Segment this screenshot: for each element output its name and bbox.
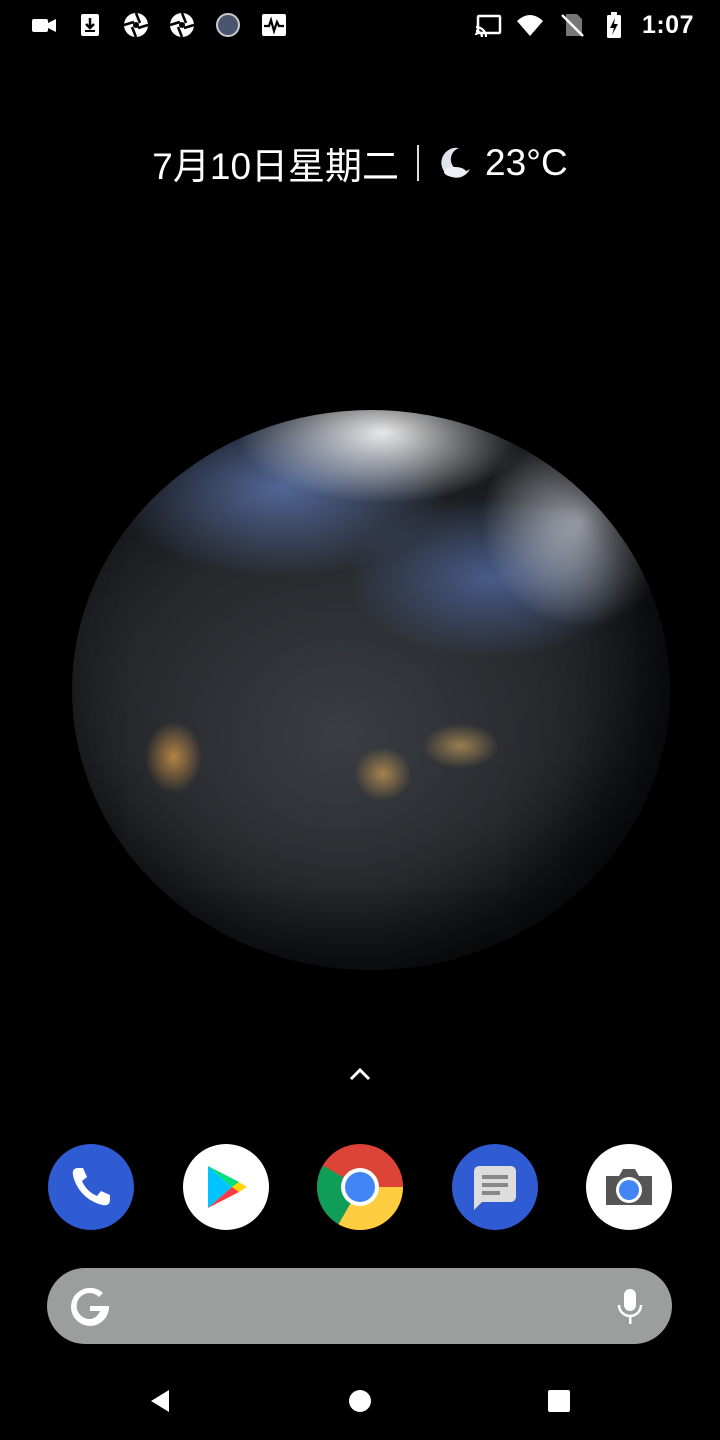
chrome-icon[interactable]: [317, 1144, 403, 1230]
microphone-icon[interactable]: [614, 1287, 646, 1327]
moon-icon: [441, 147, 471, 178]
aperture-icon: [168, 11, 196, 39]
navigation-bar: [0, 1360, 720, 1440]
cast-icon: [474, 11, 502, 39]
chevron-up-icon[interactable]: [345, 1060, 375, 1090]
camera-app-icon[interactable]: [586, 1144, 672, 1230]
home-screen: 1:07 7月10日星期二 23°C: [0, 0, 720, 1440]
earth-wallpaper: [72, 410, 670, 970]
home-button[interactable]: [343, 1384, 377, 1418]
phone-app-icon[interactable]: [48, 1144, 134, 1230]
temperature-text[interactable]: 23°C: [485, 142, 568, 184]
aperture-icon: [122, 11, 150, 39]
play-store-icon[interactable]: [183, 1144, 269, 1230]
messages-app-icon[interactable]: [452, 1144, 538, 1230]
wifi-icon: [516, 11, 544, 39]
no-sim-icon: [558, 11, 586, 39]
battery-charging-icon: [600, 11, 628, 39]
back-icon: [151, 1390, 169, 1412]
google-search-bar[interactable]: [47, 1268, 672, 1344]
activity-icon: [260, 11, 288, 39]
video-camera-icon: [30, 11, 58, 39]
circle-icon: [214, 11, 242, 39]
recents-icon: [548, 1390, 570, 1412]
at-a-glance-widget[interactable]: 7月10日星期二 23°C: [0, 138, 720, 188]
status-clock: 1:07: [641, 10, 694, 39]
google-g-icon[interactable]: [69, 1284, 113, 1328]
date-text[interactable]: 7月10日星期二: [152, 136, 399, 190]
app-dock: [0, 1144, 720, 1230]
home-icon: [349, 1390, 371, 1412]
notification-icons: [30, 10, 288, 40]
status-bar[interactable]: 1:07: [0, 0, 720, 50]
recents-button[interactable]: [542, 1384, 576, 1418]
download-icon: [76, 11, 104, 39]
back-button[interactable]: [143, 1384, 177, 1418]
system-icons: 1:07: [474, 10, 694, 40]
divider: [417, 145, 420, 181]
